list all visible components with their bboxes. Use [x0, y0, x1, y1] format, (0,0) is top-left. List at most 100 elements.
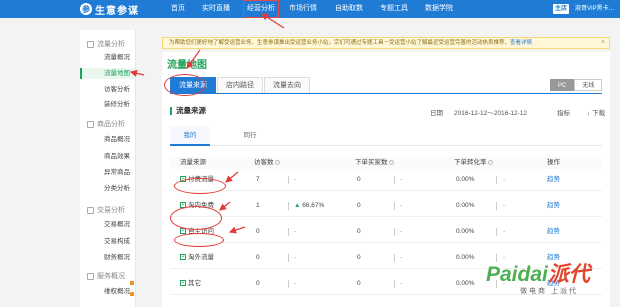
sidebar-item-product-overview[interactable]: 商品概况 [80, 134, 136, 145]
expand-icon[interactable]: + [180, 202, 186, 209]
cell-divider [394, 228, 395, 236]
sidebar-item-decoration-analysis[interactable]: 装修分析 [80, 99, 136, 110]
row-visitors-change: - [294, 254, 297, 261]
subtab-mine[interactable]: 我的 [170, 126, 210, 146]
cell-divider [394, 280, 395, 288]
cell-divider [288, 254, 289, 262]
row-rate: 0.00% [456, 176, 475, 183]
new-marker [130, 281, 134, 285]
col-action: 操作 [547, 159, 560, 166]
expand-icon[interactable]: + [180, 254, 186, 261]
device-toggle: PC 无线 [550, 79, 603, 91]
sidebar-item-traffic-overview[interactable]: 流量概况 [80, 52, 136, 63]
traffic-icon [87, 40, 94, 48]
sidebar-item-product-effect[interactable]: 商品效果 [80, 151, 136, 162]
tabs-underline [170, 93, 602, 94]
row-visitors-change: - [294, 228, 297, 235]
row-visitors-change: - [294, 176, 297, 183]
row-buyers: 0 [357, 280, 361, 287]
cell-divider [288, 228, 289, 236]
product-icon [87, 120, 94, 128]
sidebar-item-category-analysis[interactable]: 分类分析 [80, 183, 136, 194]
row-trend-link[interactable]: 趋势 [547, 221, 560, 243]
sidebar-item-traffic-map[interactable]: 流量地图 [80, 68, 136, 79]
new-marker [130, 292, 134, 296]
sidebar-item-rights-overview[interactable]: 维权概况 [80, 286, 136, 297]
row-rate-change: - [503, 202, 506, 209]
toggle-wireless[interactable]: 无线 [574, 79, 603, 91]
store-badge[interactable]: 主店 [553, 4, 570, 14]
table-header: 流量来源 访客数 下单买家数 下单转化率 操作 [170, 157, 602, 169]
sidebar-group-service[interactable]: 服务概况 [80, 270, 136, 282]
row-buyers-change: - [400, 228, 403, 235]
nav-self-service[interactable]: 自助取数 [335, 0, 363, 18]
sidebar-item-trade-composition[interactable]: 交易构成 [80, 236, 136, 247]
nav-live[interactable]: 实时直播 [202, 0, 230, 18]
col-source: 流量来源 [180, 159, 206, 166]
nav-market[interactable]: 市场行情 [289, 0, 317, 18]
row-buyers-change: - [400, 202, 403, 209]
help-icon[interactable] [487, 159, 493, 165]
nav-home[interactable]: 首页 [171, 0, 185, 18]
toggle-pc[interactable]: PC [550, 79, 575, 91]
close-icon[interactable]: × [601, 38, 605, 48]
tab-traffic-source[interactable]: 流量来源 [170, 77, 216, 93]
row-source[interactable]: + 淘外流量 [180, 247, 214, 269]
row-source[interactable]: + 自主访问 [180, 221, 214, 243]
cell-divider [288, 202, 289, 210]
paidai-watermark: Paidai派代 做电商 上派代 [486, 258, 616, 303]
row-visitors: 1 [256, 202, 260, 209]
cell-divider [394, 254, 395, 262]
tab-traffic-destination[interactable]: 流量去向 [264, 77, 310, 93]
tab-store-path[interactable]: 店内路径 [217, 77, 263, 93]
metric-selector[interactable]: 指标 [557, 107, 570, 117]
sidebar: 流量分析 流量概况 流量地图 访客分析 装修分析 商品分析 商品概况 商品效果 … [80, 30, 136, 307]
watermark-brand: Paidai派代 [486, 263, 590, 286]
sidebar-group-trade[interactable]: 交易分析 [80, 204, 136, 216]
sidebar-item-visitor-analysis[interactable]: 访客分析 [80, 84, 136, 95]
sidebar-group-product[interactable]: 商品分析 [80, 118, 136, 130]
row-rate: 0.00% [456, 228, 475, 235]
row-visitors: 0 [256, 280, 260, 287]
date-label[interactable]: 日期 [430, 107, 443, 117]
service-icon [87, 272, 94, 280]
row-source[interactable]: + 其它 [180, 273, 201, 295]
table-row: + 淘内免费 1 ▲ 66.67% 0 - 0.00% - 趋势 [170, 195, 602, 217]
notice-link[interactable]: 查看详情 [510, 40, 532, 46]
view-tabs: 流量来源 店内路径 流量去向 [170, 77, 311, 93]
nav-academy[interactable]: 数据学院 [425, 0, 453, 18]
expand-icon[interactable]: + [180, 176, 186, 183]
sidebar-group-traffic[interactable]: 流量分析 [80, 38, 136, 50]
user-name[interactable]: 淑哥VIP黑卡… [575, 0, 615, 18]
row-buyers-change: - [400, 280, 403, 287]
sidebar-item-trade-overview[interactable]: 交易概况 [80, 219, 136, 230]
download-button[interactable]: ↓ 下载 [587, 107, 605, 117]
expand-icon[interactable]: + [180, 280, 186, 287]
col-buyers[interactable]: 下单买家数 [355, 157, 394, 169]
nav-operations[interactable]: 经营分析 [243, 0, 279, 18]
col-rate[interactable]: 下单转化率 [454, 157, 493, 169]
nav-tools[interactable]: 专题工具 [380, 0, 408, 18]
row-visitors: 0 [256, 228, 260, 235]
sidebar-item-finance-overview[interactable]: 财务概况 [80, 252, 136, 263]
row-rate: 0.00% [456, 202, 475, 209]
row-trend-link[interactable]: 趋势 [547, 195, 560, 217]
date-range[interactable]: 2016-12-12～2016-12-12 [454, 107, 527, 117]
help-icon[interactable] [388, 159, 394, 165]
row-source[interactable]: + 淘内免费 [180, 195, 214, 217]
row-visitors-change: ▲ 66.67% [294, 202, 325, 209]
help-icon[interactable] [274, 159, 280, 165]
row-source[interactable]: + 付费流量 [180, 169, 214, 191]
row-trend-link[interactable]: 趋势 [547, 169, 560, 191]
increase-arrow-icon: ▲ [294, 202, 303, 209]
top-nav: 参 生意参谋 首页 实时直播 经营分析 市场行情 自助取数 专题工具 数据学院 … [0, 0, 620, 18]
col-visitors[interactable]: 访客数 [254, 157, 280, 169]
logo-icon: 参 [80, 3, 92, 15]
table-row: + 自主访问 0 - 0 - 0.00% - 趋势 [170, 221, 602, 243]
table-row: + 付费流量 7 - 0 - 0.00% - 趋势 [170, 169, 602, 191]
app-logo[interactable]: 参 生意参谋 [80, 2, 139, 17]
expand-icon[interactable]: + [180, 228, 186, 235]
subtab-peers[interactable]: 同行 [230, 126, 270, 146]
sidebar-item-abnormal-product[interactable]: 异常商品 [80, 167, 136, 178]
cell-divider [394, 176, 395, 184]
